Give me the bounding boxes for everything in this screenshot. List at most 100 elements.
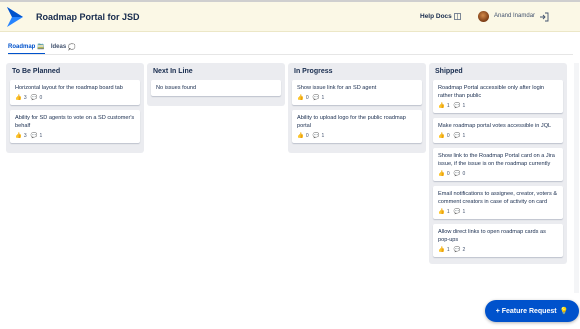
help-docs-label: Help Docs <box>420 13 452 20</box>
vote-icon: 👍 <box>297 133 304 139</box>
vote-count[interactable]: 👍 1 <box>438 209 450 215</box>
comment-icon: 💬 <box>453 247 461 253</box>
column-in-progress: In Progress Show issue link for an SD ag… <box>288 63 426 153</box>
comment-value: 1 <box>462 133 466 139</box>
comment-value: 1 <box>39 133 43 139</box>
vote-icon: 👍 <box>438 247 445 253</box>
card-meta: 👍 1 💬 1 <box>438 103 558 109</box>
empty-state-card: No issues found <box>151 80 281 96</box>
comment-count[interactable]: 💬 1 <box>313 133 325 139</box>
tab-roadmap-label: Roadmap <box>8 43 36 50</box>
vote-value: 3 <box>23 133 27 139</box>
vote-value: 3 <box>23 95 27 101</box>
vote-value: 0 <box>446 133 450 139</box>
comment-value: 0 <box>462 171 466 177</box>
column-to-be-planned: To Be Planned Horizontal layout for the … <box>6 63 144 153</box>
comment-icon: 💬 <box>312 133 320 139</box>
roadmap-card[interactable]: Email notifications to assignee, creator… <box>433 186 563 219</box>
thought-bubble-icon: 💭 <box>68 44 76 51</box>
comment-count[interactable]: 💬 1 <box>454 103 466 109</box>
view-tabs: Roadmap 🚞 Ideas 💭 <box>8 43 76 54</box>
avatar[interactable] <box>478 11 489 22</box>
comment-icon: 💬 <box>30 95 38 101</box>
vote-icon: 👍 <box>15 95 22 101</box>
vote-count[interactable]: 👍 0 <box>438 171 450 177</box>
vote-icon: 👍 <box>438 103 445 109</box>
card-title: Make roadmap portal votes accessible in … <box>438 123 552 129</box>
column-next-in-line: Next In Line No issues found <box>147 63 285 106</box>
roadmap-card[interactable]: Ability for SD agents to vote on a SD cu… <box>10 110 140 143</box>
vote-value: 0 <box>446 171 450 177</box>
comment-count[interactable]: 💬 0 <box>454 171 466 177</box>
lightbulb-icon: 💡 <box>559 308 569 315</box>
comment-icon: 💬 <box>453 209 461 215</box>
card-meta: 👍 0 💬 1 <box>297 133 417 139</box>
column-title: To Be Planned <box>12 68 61 75</box>
roadmap-card[interactable]: Make roadmap portal votes accessible in … <box>433 118 563 143</box>
roadmap-card[interactable]: Roadmap Portal accessible only after log… <box>433 80 563 113</box>
tab-ideas[interactable]: Ideas 💭 <box>51 43 76 54</box>
comment-value: 2 <box>462 247 466 253</box>
card-meta: 👍 3 💬 1 <box>15 133 135 139</box>
book-icon <box>453 13 461 20</box>
comment-icon: 💬 <box>453 133 461 139</box>
card-title: Email notifications to assignee, creator… <box>438 191 558 205</box>
vote-value: 1 <box>446 209 450 215</box>
card-meta: 👍 0 💬 0 <box>438 171 558 177</box>
column-shipped: Shipped Roadmap Portal accessible only a… <box>429 63 567 264</box>
vote-count[interactable]: 👍 3 <box>15 133 27 139</box>
vote-count[interactable]: 👍 3 <box>15 95 27 101</box>
vote-icon: 👍 <box>15 133 22 139</box>
roadmap-card[interactable]: Show issue link for an SD agent 👍 0 💬 1 <box>292 80 422 105</box>
vote-icon: 👍 <box>438 133 445 139</box>
roadmap-card[interactable]: Horizontal layout for the roadmap board … <box>10 80 140 105</box>
card-meta: 👍 1 💬 2 <box>438 247 558 253</box>
vote-value: 1 <box>446 247 450 253</box>
column-title: Next In Line <box>153 68 193 75</box>
card-title: Ability for SD agents to vote on a SD cu… <box>15 115 135 129</box>
comment-icon: 💬 <box>312 95 320 101</box>
vote-count[interactable]: 👍 0 <box>297 95 309 101</box>
vote-count[interactable]: 👍 0 <box>438 133 450 139</box>
app-logo-icon[interactable] <box>6 6 24 28</box>
tab-roadmap[interactable]: Roadmap 🚞 <box>8 43 45 54</box>
column-title: In Progress <box>294 68 333 75</box>
help-docs-link[interactable]: Help Docs <box>420 13 461 20</box>
card-title: Roadmap Portal accessible only after log… <box>438 85 545 99</box>
top-bar: Roadmap Portal for JSD Help Docs Anand I… <box>0 0 580 32</box>
comment-value: 0 <box>39 95 43 101</box>
vote-count[interactable]: 👍 0 <box>297 133 309 139</box>
card-meta: 👍 3 💬 0 <box>15 95 135 101</box>
comment-count[interactable]: 💬 1 <box>454 133 466 139</box>
logout-icon[interactable] <box>539 12 549 22</box>
vote-count[interactable]: 👍 1 <box>438 103 450 109</box>
card-title: Horizontal layout for the roadmap board … <box>15 85 123 91</box>
card-title: Show link to the Roadmap Portal card on … <box>438 153 555 167</box>
comment-icon: 💬 <box>453 171 461 177</box>
roadmap-card[interactable]: Show link to the Roadmap Portal card on … <box>433 148 563 181</box>
comment-count[interactable]: 💬 0 <box>31 95 43 101</box>
tab-ideas-label: Ideas <box>50 44 67 50</box>
roadmap-card[interactable]: Allow direct links to open roadmap cards… <box>433 224 563 257</box>
feature-request-label: + Feature Request <box>495 307 557 315</box>
roadmap-card[interactable]: Ability to upload logo for the public ro… <box>292 110 422 143</box>
train-icon: 🚞 <box>37 44 45 50</box>
comment-count[interactable]: 💬 1 <box>454 209 466 215</box>
comment-count[interactable]: 💬 1 <box>313 95 325 101</box>
comment-value: 1 <box>462 209 466 215</box>
vote-icon: 👍 <box>297 95 304 101</box>
vote-count[interactable]: 👍 1 <box>438 247 450 253</box>
empty-state-text: No issues found <box>156 85 197 91</box>
vote-icon: 👍 <box>438 171 445 177</box>
app-title: Roadmap Portal for JSD <box>36 12 140 22</box>
horizontal-scroll-edge <box>574 63 579 293</box>
feature-request-button[interactable]: + Feature Request 💡 <box>485 300 579 322</box>
vote-value: 0 <box>305 95 309 101</box>
user-name: Anand Inamdar <box>494 13 536 19</box>
comment-count[interactable]: 💬 2 <box>454 247 466 253</box>
comment-count[interactable]: 💬 1 <box>31 133 43 139</box>
vote-value: 1 <box>446 103 450 109</box>
comment-icon: 💬 <box>30 133 38 139</box>
card-meta: 👍 1 💬 1 <box>438 209 558 215</box>
comment-value: 1 <box>321 95 325 101</box>
